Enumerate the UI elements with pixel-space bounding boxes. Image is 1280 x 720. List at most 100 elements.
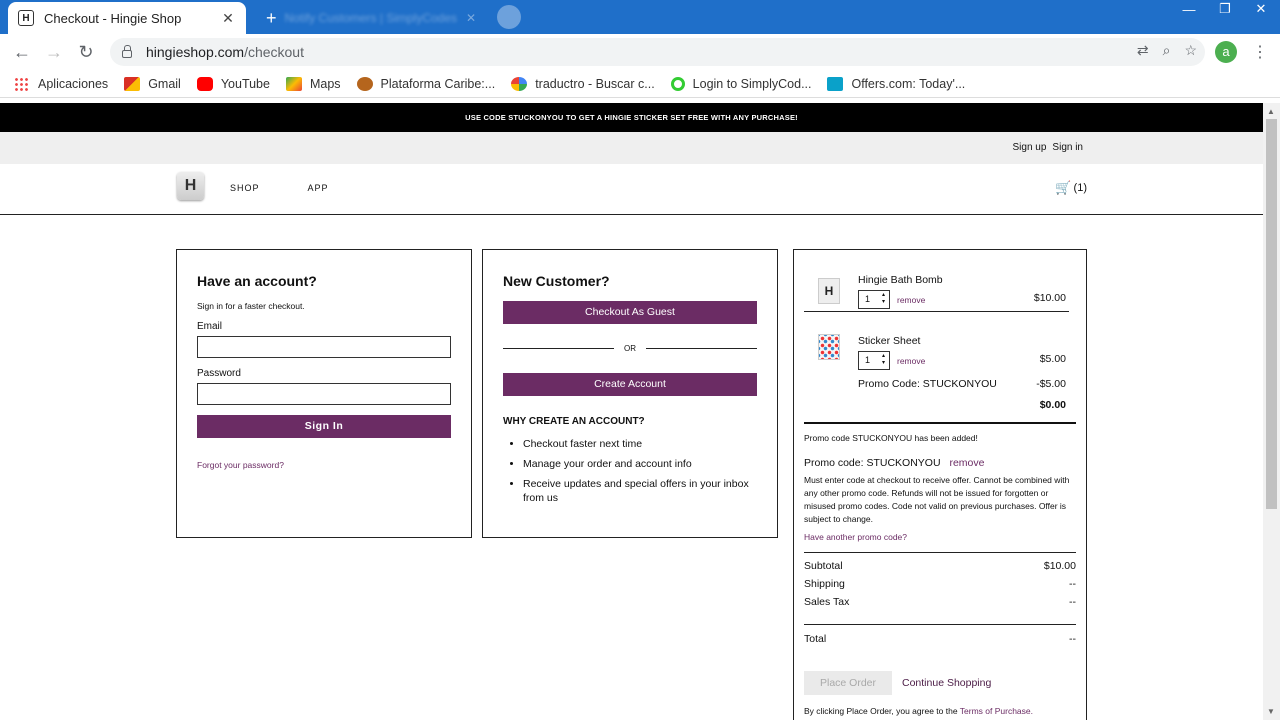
promo-banner: USE CODE STUCKONYOU TO GET A HINGIE STIC…	[0, 103, 1263, 132]
shipping-label: Shipping	[804, 578, 845, 590]
new-customer-title: New Customer?	[503, 273, 610, 289]
scroll-up-icon[interactable]: ▲	[1267, 107, 1275, 116]
bookmark-offers[interactable]: Offers.com: Today'...	[827, 76, 966, 91]
bookmark-aplicaciones[interactable]: Aplicaciones	[14, 76, 109, 91]
password-label: Password	[197, 368, 241, 379]
remove-item-link[interactable]: remove	[897, 295, 925, 305]
star-bookmark-icon[interactable]: ☆	[1184, 42, 1197, 59]
password-field[interactable]	[197, 383, 451, 405]
checkout-as-guest-button[interactable]: Checkout As Guest	[503, 301, 757, 324]
continue-shopping-link[interactable]: Continue Shopping	[902, 677, 991, 689]
applied-promo-label: Promo code: STUCKONYOU	[804, 457, 941, 469]
cart-link[interactable]: 🛒 (1)	[1055, 180, 1087, 196]
close-tab-icon[interactable]: ✕	[466, 11, 476, 25]
promo-item-total-value: $0.00	[1039, 399, 1066, 411]
sign-in-link[interactable]: Sign in	[1052, 142, 1083, 153]
or-divider: OR	[503, 344, 757, 353]
bookmark-simplycodes[interactable]: Login to SimplyCod...	[670, 76, 811, 91]
subtotal-label: Subtotal	[804, 560, 843, 572]
subtotal-row: Subtotal $10.00	[804, 560, 1076, 578]
close-window-icon[interactable]: ✕	[1250, 1, 1272, 17]
sign-in-button[interactable]: Sign In	[197, 415, 451, 438]
youtube-icon	[196, 76, 213, 91]
bookmark-traductro[interactable]: traductro - Buscar c...	[511, 76, 655, 91]
page-scrollbar[interactable]: ▲ ▼	[1263, 103, 1280, 720]
shipping-value: --	[1069, 578, 1076, 590]
total-row: Total --	[804, 624, 1076, 651]
tab-title: Notify Customers | SimplyCodes	[284, 11, 458, 25]
item-name: Hingie Bath Bomb	[858, 274, 943, 286]
or-text: OR	[624, 344, 636, 353]
plataforma-icon	[356, 76, 373, 91]
scroll-thumb[interactable]	[1266, 119, 1277, 509]
page-viewport: USE CODE STUCKONYOU TO GET A HINGIE STIC…	[0, 103, 1263, 720]
bookmark-label: Plataforma Caribe:...	[380, 76, 496, 91]
agree-copy: By clicking Place Order, you agree to th…	[804, 706, 958, 716]
totals: Subtotal $10.00 Shipping -- Sales Tax --…	[804, 560, 1076, 651]
total-label: Total	[804, 633, 827, 645]
address-bar[interactable]: hingieshop.com /checkout ⇄ ⌕ ☆	[110, 38, 1205, 66]
bookmarks-bar: Aplicaciones Gmail YouTube Maps Platafor…	[0, 70, 1280, 98]
cart-item: H Hingie Bath Bomb 1 remove $10.00	[804, 250, 1076, 311]
zoom-icon[interactable]: ⌕	[1163, 42, 1171, 59]
scroll-down-icon[interactable]: ▼	[1267, 707, 1275, 716]
remove-item-link[interactable]: remove	[897, 356, 925, 366]
order-summary-panel: H Hingie Bath Bomb 1 remove $10.00 Stick…	[793, 249, 1087, 720]
bookmark-label: Offers.com: Today'...	[851, 76, 966, 91]
bookmark-gmail[interactable]: Gmail	[124, 76, 181, 91]
another-promo-link[interactable]: Have another promo code?	[804, 532, 907, 542]
lock-icon[interactable]	[122, 45, 132, 58]
divider	[804, 552, 1076, 553]
close-tab-icon[interactable]: ✕	[220, 10, 236, 27]
login-panel: Have an account? Sign in for a faster ch…	[176, 249, 472, 538]
remove-promo-link[interactable]: remove	[949, 457, 984, 469]
bath-bomb-thumbnail: H	[818, 278, 840, 304]
apps-grid-icon	[14, 76, 30, 91]
promo-discount-line: Promo Code: STUCKONYOU -$5.00	[804, 372, 1076, 395]
hingie-logo[interactable]: H	[177, 172, 204, 200]
simplycodes-icon	[670, 76, 685, 91]
bookmark-label: Aplicaciones	[38, 76, 109, 91]
quantity-stepper[interactable]: 1	[858, 290, 890, 309]
window-controls: — ❐ ✕	[1178, 0, 1272, 18]
tax-value: --	[1069, 596, 1076, 608]
bookmark-maps[interactable]: Maps	[285, 76, 341, 91]
main-nav: SHOP APP	[230, 183, 329, 193]
gmail-icon	[124, 76, 141, 91]
profile-avatar[interactable]: a	[1215, 41, 1237, 63]
bookmark-label: Gmail	[148, 76, 181, 91]
translate-icon[interactable]: ⇄	[1137, 42, 1149, 59]
total-value: --	[1069, 633, 1076, 645]
bookmark-youtube[interactable]: YouTube	[196, 76, 270, 91]
forgot-password-link[interactable]: Forgot your password?	[197, 460, 284, 470]
hingie-favicon-icon: H	[18, 10, 34, 26]
reasons-list: Checkout faster next time Manage your or…	[503, 437, 757, 505]
terms-of-purchase-link[interactable]: Terms of Purchase.	[960, 706, 1033, 716]
item-price: $10.00	[1033, 292, 1066, 304]
divider	[804, 422, 1076, 424]
bookmark-plataforma[interactable]: Plataforma Caribe:...	[356, 76, 496, 91]
plus-icon[interactable]: +	[266, 8, 277, 29]
email-field[interactable]	[197, 336, 451, 358]
promo-line-amount: -$5.00	[1036, 378, 1066, 390]
minimize-icon[interactable]: —	[1178, 2, 1200, 17]
subtotal-value: $10.00	[1043, 560, 1076, 572]
reload-icon[interactable]: ↻	[70, 42, 102, 63]
sign-up-link[interactable]: Sign up	[1013, 142, 1047, 153]
nav-app[interactable]: APP	[308, 183, 329, 193]
menu-kebab-icon[interactable]: ⋮	[1252, 42, 1268, 62]
applied-promo: Promo code: STUCKONYOU remove	[804, 457, 1076, 469]
nav-shop[interactable]: SHOP	[230, 183, 260, 193]
quantity-stepper[interactable]: 1	[858, 351, 890, 370]
forward-arrow-icon[interactable]: →	[38, 42, 70, 63]
browser-toolbar: ← → ↻ hingieshop.com /checkout ⇄ ⌕ ☆	[0, 34, 1280, 70]
create-account-button[interactable]: Create Account	[503, 373, 757, 396]
place-order-button[interactable]: Place Order	[804, 671, 892, 695]
tab-checkout[interactable]: H Checkout - Hingie Shop ✕	[8, 2, 246, 34]
tab-simplycodes[interactable]: + Notify Customers | SimplyCodes ✕	[258, 4, 484, 32]
new-tab-button[interactable]	[497, 5, 521, 29]
google-icon	[511, 76, 528, 91]
restore-icon[interactable]: ❐	[1214, 1, 1236, 17]
url-path: /checkout	[244, 44, 304, 60]
back-arrow-icon[interactable]: ←	[6, 42, 38, 63]
